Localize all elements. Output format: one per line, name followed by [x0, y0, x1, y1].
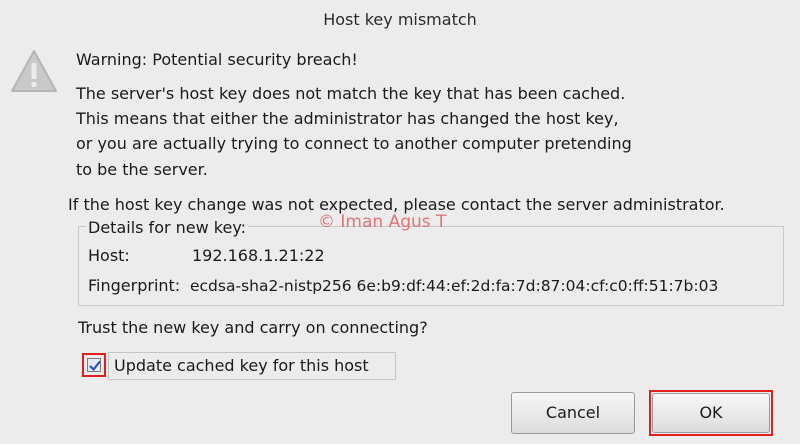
- fingerprint-value: ecdsa-sha2-nistp256 6e:b9:df:44:ef:2d:fa…: [190, 277, 719, 295]
- message-line-3: or you are actually trying to connect to…: [76, 134, 632, 153]
- ok-button[interactable]: OK: [652, 393, 770, 433]
- message-line-4: to be the server.: [76, 160, 208, 179]
- details-legend: Details for new key:: [86, 218, 249, 238]
- checkbox-label-box[interactable]: Update cached key for this host: [108, 352, 396, 380]
- update-cached-key-checkbox[interactable]: [87, 358, 101, 372]
- warning-triangle-icon: [10, 48, 58, 94]
- host-key-mismatch-dialog: Host key mismatch Warning: Potential sec…: [0, 0, 800, 444]
- fingerprint-label: Fingerprint:: [88, 276, 181, 295]
- checkbox-highlight[interactable]: [82, 353, 106, 377]
- cancel-button[interactable]: Cancel: [511, 392, 635, 434]
- message-line-1: The server's host key does not match the…: [76, 84, 626, 103]
- warning-heading: Warning: Potential security breach!: [76, 50, 358, 69]
- checkmark-icon: [89, 360, 101, 371]
- watermark-text: © Iman Agus T: [318, 212, 447, 232]
- host-value: 192.168.1.21:22: [192, 246, 325, 265]
- message-line-2: This means that either the administrator…: [76, 109, 619, 128]
- host-label: Host:: [88, 246, 130, 265]
- dialog-title: Host key mismatch: [323, 10, 477, 29]
- trust-question: Trust the new key and carry on connectin…: [78, 318, 428, 337]
- checkbox-label: Update cached key for this host: [114, 356, 369, 375]
